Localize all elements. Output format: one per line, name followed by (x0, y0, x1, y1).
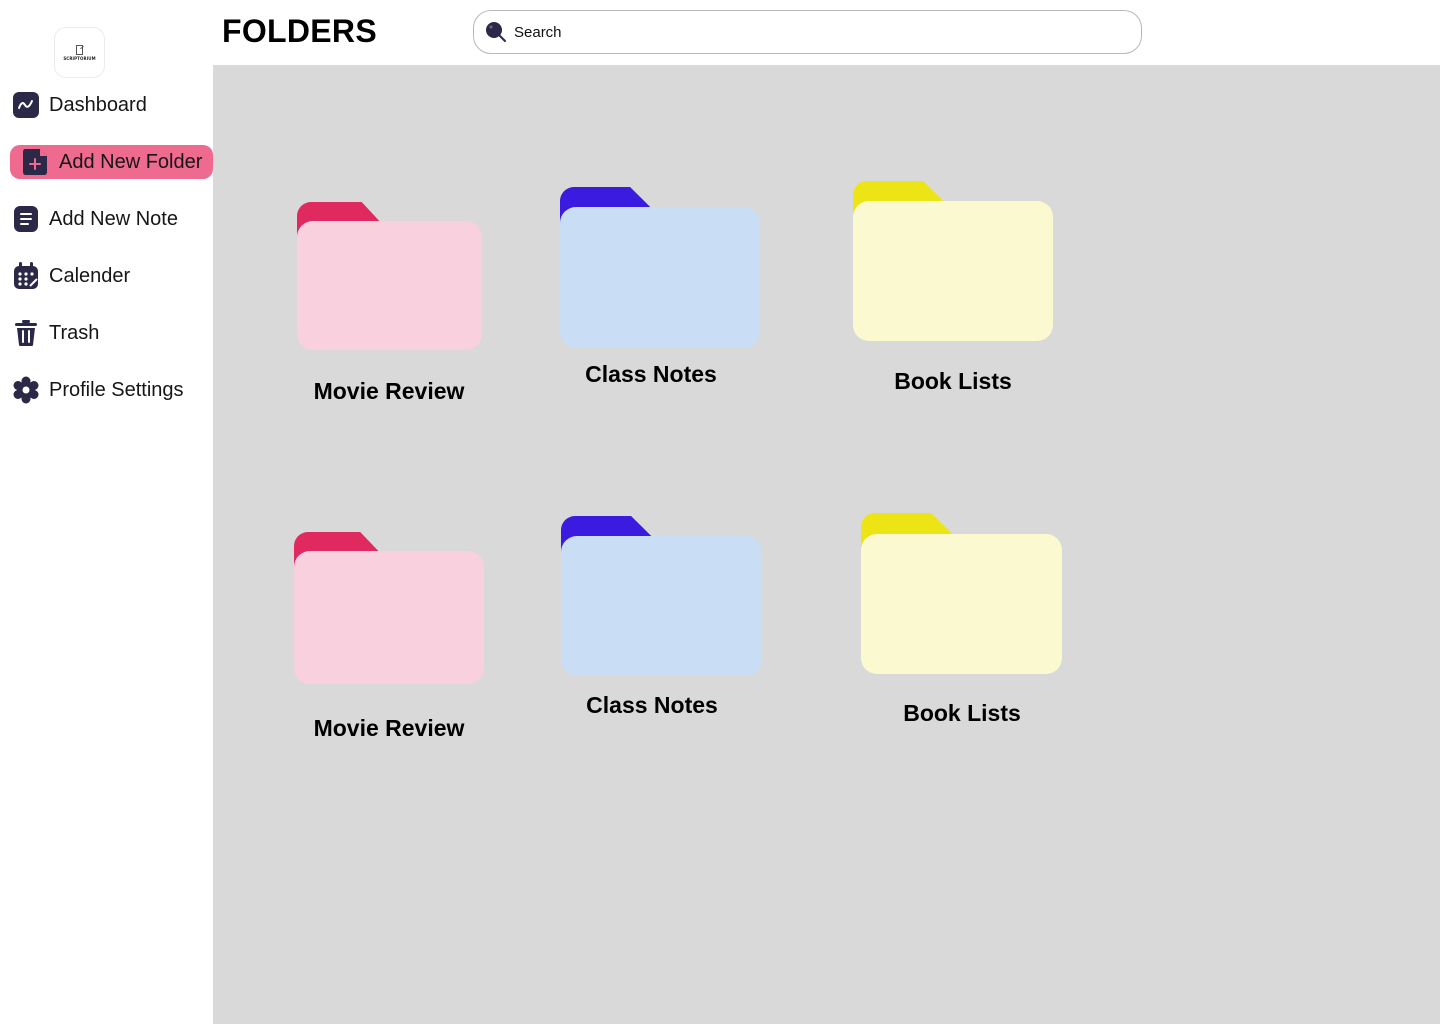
folder-label[interactable]: Book Lists (903, 700, 1021, 727)
sidebar-item-label: Add New Folder (59, 150, 203, 173)
sidebar-item-add-new-folder[interactable]: Add New Folder (10, 145, 213, 179)
gear-icon (12, 376, 40, 404)
folder-label[interactable]: Movie Review (314, 715, 465, 742)
folder-book-lists[interactable] (861, 513, 1062, 674)
sidebar-item-dashboard[interactable]: Dashboard (10, 88, 213, 122)
add-file-icon (21, 148, 49, 176)
page-title: FOLDERS (222, 13, 377, 49)
folder-label[interactable]: Book Lists (894, 368, 1012, 395)
folder-label[interactable]: Class Notes (585, 361, 717, 388)
sidebar-item-profile-settings[interactable]: Profile Settings (10, 373, 213, 407)
logo-mark-icon (75, 44, 85, 55)
folder-body (294, 551, 484, 684)
search-input[interactable] (514, 23, 1114, 41)
folder-body (561, 536, 762, 676)
app-logo[interactable]: SCRIPTORIUM (54, 27, 105, 78)
sidebar-item-label: Profile Settings (49, 378, 184, 401)
folder-body (861, 534, 1062, 674)
sidebar-item-add-new-note[interactable]: Add New Note (10, 202, 213, 236)
folder-book-lists[interactable] (853, 181, 1053, 341)
folder-class-notes[interactable] (561, 516, 762, 676)
logo-text: SCRIPTORIUM (63, 55, 96, 61)
sidebar-item-trash[interactable]: Trash (10, 316, 213, 350)
folder-label[interactable]: Class Notes (586, 692, 718, 719)
folder-body (853, 201, 1053, 341)
folder-movie-review[interactable] (294, 532, 484, 684)
sidebar-item-label: Trash (49, 321, 100, 344)
sidebar-item-label: Add New Note (49, 207, 178, 230)
sidebar: SCRIPTORIUM Dashboard Add New Folder Add… (0, 0, 213, 1024)
folder-body (560, 207, 760, 348)
folder-label[interactable]: Movie Review (314, 378, 465, 405)
folder-class-notes[interactable] (560, 187, 760, 348)
chart-line-icon (12, 91, 40, 119)
sidebar-item-label: Dashboard (49, 93, 147, 116)
folder-body (297, 221, 482, 350)
folder-movie-review[interactable] (297, 202, 482, 350)
search-icon (485, 21, 507, 43)
search-bar[interactable] (473, 10, 1142, 54)
sidebar-item-calender[interactable]: Calender (10, 259, 213, 293)
note-icon (12, 205, 40, 233)
sidebar-item-label: Calender (49, 264, 131, 287)
calendar-icon (12, 262, 40, 290)
trash-icon (12, 319, 40, 347)
